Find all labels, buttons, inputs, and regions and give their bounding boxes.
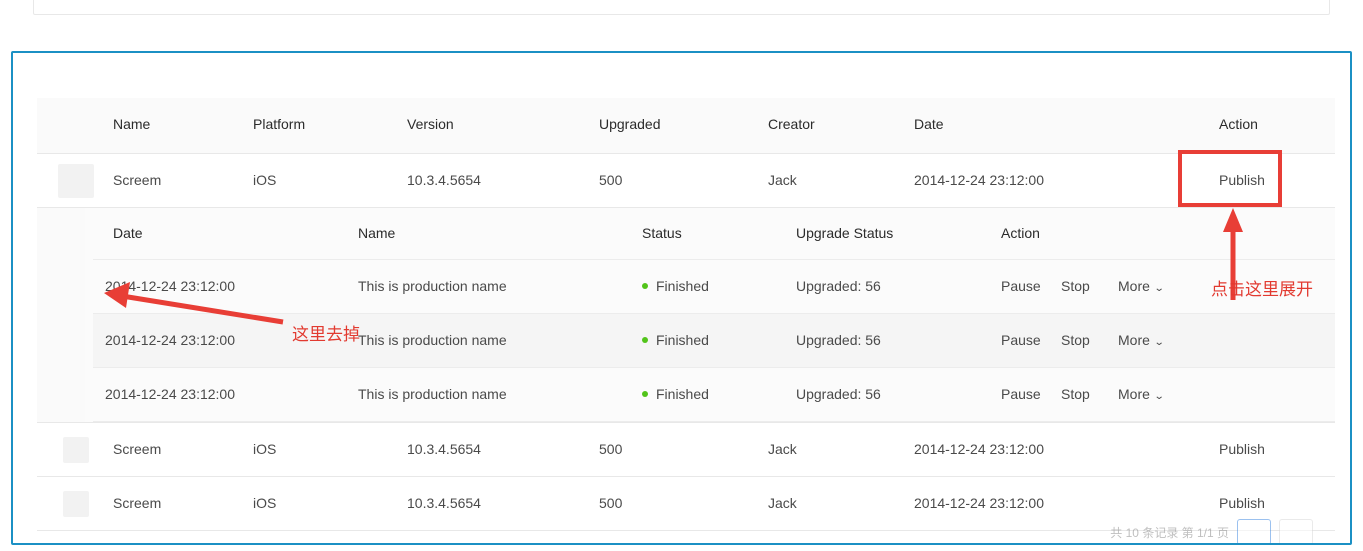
cell-upgraded: 500 bbox=[599, 441, 622, 457]
pagination-page-button[interactable] bbox=[1237, 519, 1271, 545]
outer-table-header: Name Platform Version Upgraded Creator D… bbox=[37, 98, 1335, 154]
nested-cell-name: This is production name bbox=[358, 332, 507, 348]
expanded-row-gutter bbox=[37, 208, 85, 422]
nested-column-header-status[interactable]: Status bbox=[642, 225, 682, 241]
more-dropdown[interactable]: More ⌄ bbox=[1118, 278, 1163, 294]
chevron-down-icon: ⌄ bbox=[1154, 391, 1165, 402]
expand-toggle-icon[interactable] bbox=[63, 491, 89, 517]
nested-cell-name: This is production name bbox=[358, 278, 507, 294]
nested-cell-upgrade-status: Upgraded: 56 bbox=[796, 332, 881, 348]
column-header-upgraded[interactable]: Upgraded bbox=[599, 116, 661, 132]
nested-cell-name: This is production name bbox=[358, 386, 507, 402]
cell-name: Screem bbox=[113, 441, 161, 457]
stop-link[interactable]: Stop bbox=[1061, 386, 1090, 402]
cell-creator: Jack bbox=[768, 495, 797, 511]
more-dropdown[interactable]: More ⌄ bbox=[1118, 386, 1163, 402]
cell-version: 10.3.4.5654 bbox=[407, 495, 481, 511]
column-header-version[interactable]: Version bbox=[407, 116, 454, 132]
pagination: 共 10 条记录 第 1/1 页 bbox=[1110, 519, 1313, 545]
expanded-row-panel: Date Name Status Upgrade Status Action 2… bbox=[37, 208, 1335, 423]
cell-name: Screem bbox=[113, 172, 161, 188]
column-header-creator[interactable]: Creator bbox=[768, 116, 815, 132]
column-header-name[interactable]: Name bbox=[113, 116, 150, 132]
chevron-down-icon: ⌄ bbox=[1154, 337, 1165, 348]
outer-table: Name Platform Version Upgraded Creator D… bbox=[37, 98, 1335, 531]
more-label: More bbox=[1118, 332, 1150, 348]
cell-name: Screem bbox=[113, 495, 161, 511]
nested-cell-upgrade-status: Upgraded: 56 bbox=[796, 386, 881, 402]
cell-platform: iOS bbox=[253, 172, 276, 188]
table-row[interactable]: Screem iOS 10.3.4.5654 500 Jack 2014-12-… bbox=[37, 423, 1335, 477]
cell-date: 2014-12-24 23:12:00 bbox=[914, 495, 1044, 511]
cell-date: 2014-12-24 23:12:00 bbox=[914, 441, 1044, 457]
cell-date: 2014-12-24 23:12:00 bbox=[914, 172, 1044, 188]
nested-cell-status: Finished bbox=[642, 332, 709, 348]
cell-creator: Jack bbox=[768, 172, 797, 188]
pause-link[interactable]: Pause bbox=[1001, 332, 1041, 348]
nested-table-row[interactable]: 2014-12-24 23:12:00 This is production n… bbox=[93, 368, 1335, 422]
expand-toggle-icon[interactable] bbox=[63, 437, 89, 463]
nested-table-header: Date Name Status Upgrade Status Action bbox=[93, 208, 1335, 260]
status-dot-icon bbox=[642, 391, 648, 397]
pagination-summary: 共 10 条记录 第 1/1 页 bbox=[1110, 524, 1229, 541]
nested-column-header-name[interactable]: Name bbox=[358, 225, 395, 241]
nested-table-row[interactable]: 2014-12-24 23:12:00 This is production n… bbox=[93, 314, 1335, 368]
screen-root: 带了编辑功能的表格。 ‹ › Name Platform Version Upg… bbox=[0, 0, 1363, 551]
expand-toggle-icon[interactable] bbox=[58, 164, 94, 198]
more-label: More bbox=[1118, 278, 1150, 294]
cell-version: 10.3.4.5654 bbox=[407, 172, 481, 188]
nested-cell-date: 2014-12-24 23:12:00 bbox=[105, 278, 235, 294]
nested-table: Date Name Status Upgrade Status Action 2… bbox=[93, 208, 1335, 422]
nested-column-header-date[interactable]: Date bbox=[113, 225, 143, 241]
cell-creator: Jack bbox=[768, 441, 797, 457]
stop-link[interactable]: Stop bbox=[1061, 278, 1090, 294]
status-label: Finished bbox=[656, 332, 709, 348]
publish-link[interactable]: Publish bbox=[1219, 441, 1265, 457]
column-header-platform[interactable]: Platform bbox=[253, 116, 305, 132]
pause-link[interactable]: Pause bbox=[1001, 278, 1041, 294]
nested-table-row[interactable]: 2014-12-24 23:12:00 This is production n… bbox=[93, 260, 1335, 314]
pagination-next-button[interactable] bbox=[1279, 519, 1313, 545]
status-dot-icon bbox=[642, 337, 648, 343]
cell-version: 10.3.4.5654 bbox=[407, 441, 481, 457]
nested-column-header-upgrade-status[interactable]: Upgrade Status bbox=[796, 225, 893, 241]
chevron-down-icon: ⌄ bbox=[1154, 283, 1165, 294]
more-label: More bbox=[1118, 386, 1150, 402]
nested-cell-date: 2014-12-24 23:12:00 bbox=[105, 332, 235, 348]
nested-cell-upgrade-status: Upgraded: 56 bbox=[796, 278, 881, 294]
nested-column-header-action: Action bbox=[1001, 225, 1040, 241]
top-description-card: 带了编辑功能的表格。 ‹ › bbox=[33, 0, 1330, 15]
cell-upgraded: 500 bbox=[599, 495, 622, 511]
column-header-date[interactable]: Date bbox=[914, 116, 944, 132]
column-header-action: Action bbox=[1219, 116, 1258, 132]
more-dropdown[interactable]: More ⌄ bbox=[1118, 332, 1163, 348]
publish-link[interactable]: Publish bbox=[1219, 172, 1265, 188]
status-dot-icon bbox=[642, 283, 648, 289]
publish-link[interactable]: Publish bbox=[1219, 495, 1265, 511]
table-panel: Name Platform Version Upgraded Creator D… bbox=[11, 51, 1352, 545]
pause-link[interactable]: Pause bbox=[1001, 386, 1041, 402]
nested-cell-status: Finished bbox=[642, 386, 709, 402]
table-row[interactable]: Screem iOS 10.3.4.5654 500 Jack 2014-12-… bbox=[37, 154, 1335, 208]
status-label: Finished bbox=[656, 278, 709, 294]
cell-platform: iOS bbox=[253, 441, 276, 457]
cell-platform: iOS bbox=[253, 495, 276, 511]
stop-link[interactable]: Stop bbox=[1061, 332, 1090, 348]
cell-upgraded: 500 bbox=[599, 172, 622, 188]
nested-cell-date: 2014-12-24 23:12:00 bbox=[105, 386, 235, 402]
nested-cell-status: Finished bbox=[642, 278, 709, 294]
status-label: Finished bbox=[656, 386, 709, 402]
